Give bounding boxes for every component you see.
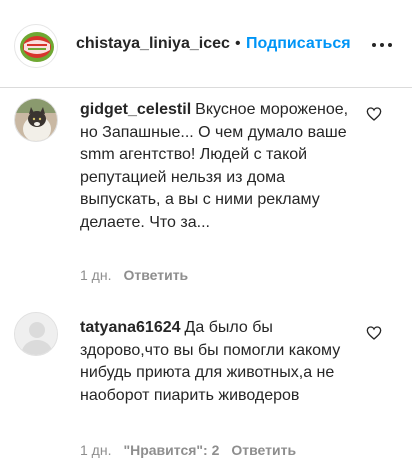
comment-item: tatyana61624 Да было бы здорово,что вы бы… (0, 308, 412, 467)
post-author-username[interactable]: chistaya_liniya_icec (76, 35, 230, 53)
comment-meta: 1 дн. Ответить (80, 267, 200, 283)
comment-meta: 1 дн. "Нравится": 2 Ответить (80, 442, 308, 458)
comment-item: gidget_celestil Вкусное мороженое, но Зап… (0, 94, 412, 294)
more-options-icon[interactable] (370, 36, 394, 54)
comment-timestamp: 1 дн. (80, 442, 112, 458)
comment-body: tatyana61624 Да было бы здорово,что вы бы… (80, 317, 350, 407)
comment-author[interactable]: tatyana61624 (80, 319, 181, 336)
default-user-icon (15, 313, 57, 355)
likes-count[interactable]: "Нравится": 2 (123, 442, 219, 458)
reply-button[interactable]: Ответить (231, 442, 296, 458)
commenter-avatar[interactable] (14, 312, 58, 356)
commenter-avatar[interactable] (14, 98, 58, 142)
comment-timestamp: 1 дн. (80, 267, 112, 283)
like-heart-icon[interactable] (366, 325, 382, 341)
brand-avatar[interactable] (14, 24, 58, 68)
post-header: chistaya_liniya_icec • Подписаться (0, 0, 412, 88)
like-heart-icon[interactable] (366, 106, 382, 122)
comment-body: gidget_celestil Вкусное мороженое, но Зап… (80, 99, 350, 234)
reply-button[interactable]: Ответить (123, 267, 188, 283)
comment-author[interactable]: gidget_celestil (80, 101, 191, 118)
comment-text: Вкусное мороженое, но Запашные... О чем … (80, 101, 349, 231)
brand-logo-icon (17, 27, 57, 67)
separator-dot: • (235, 35, 241, 52)
cat-photo-icon (15, 99, 57, 141)
follow-button[interactable]: Подписаться (246, 35, 351, 53)
